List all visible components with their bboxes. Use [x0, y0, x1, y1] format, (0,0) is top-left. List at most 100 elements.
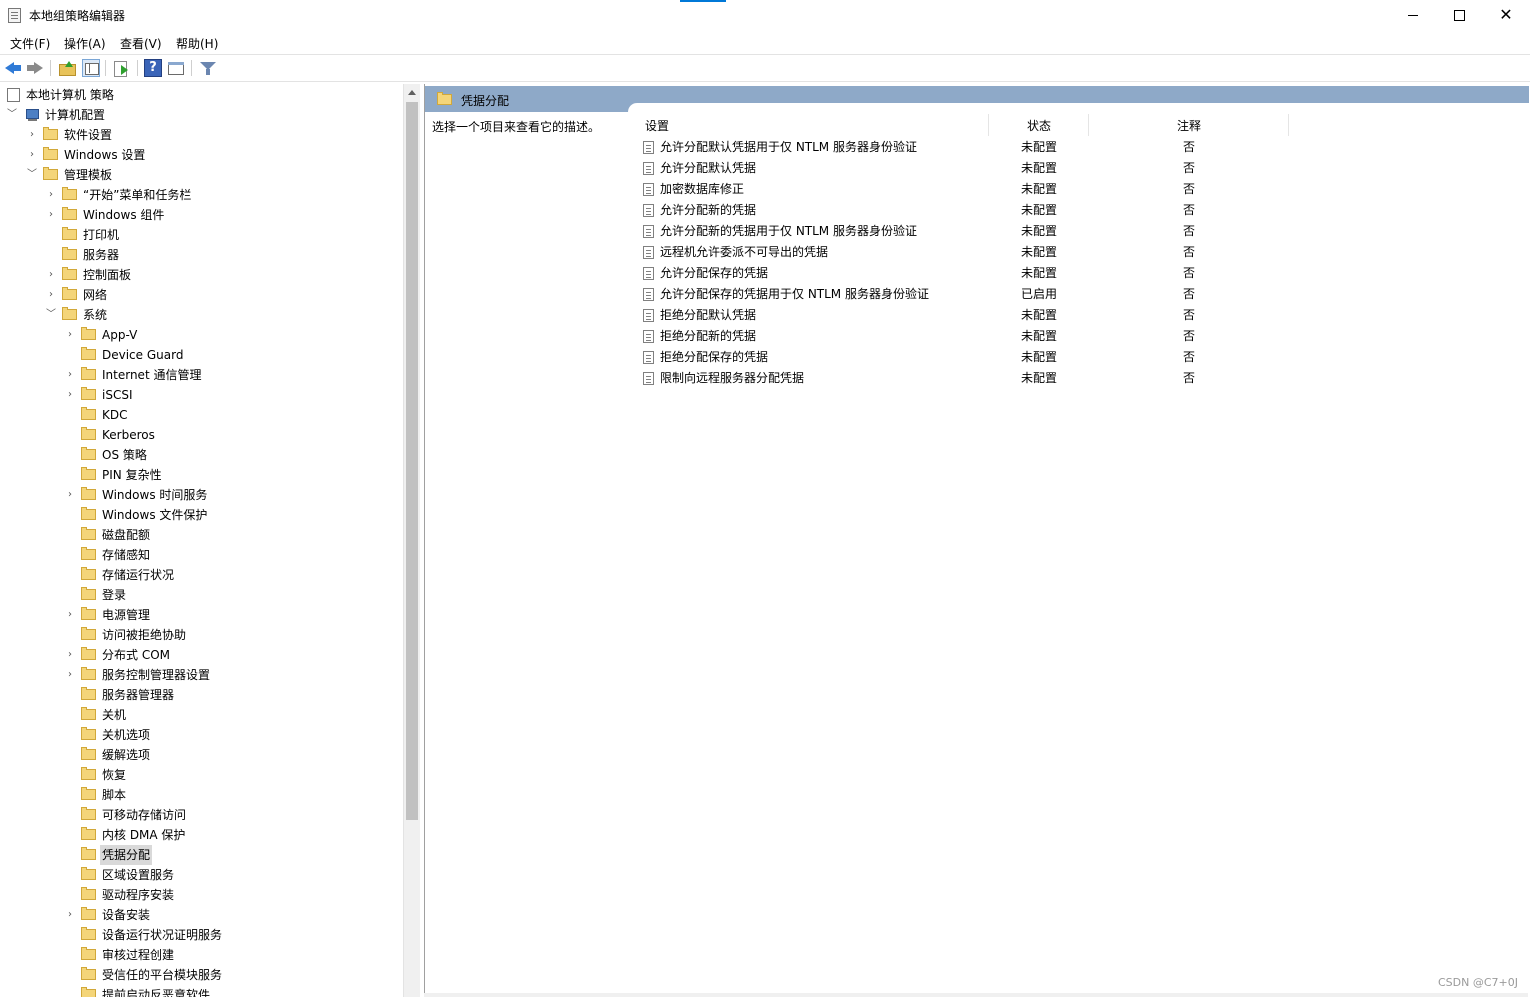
table-row[interactable]: 限制向远程服务器分配凭据 未配置 否 [638, 368, 1529, 389]
folder-up-icon[interactable] [58, 59, 76, 77]
table-row[interactable]: 允许分配保存的凭据 未配置 否 [638, 263, 1529, 284]
column-header-state[interactable]: 状态 [1027, 116, 1051, 136]
column-divider[interactable] [1288, 114, 1289, 136]
table-row[interactable]: 拒绝分配新的凭据 未配置 否 [638, 326, 1529, 347]
tree-item-system[interactable]: ﹀ 系统 [0, 305, 400, 325]
chevron-right-icon[interactable]: › [64, 325, 76, 345]
maximize-button[interactable] [1436, 0, 1482, 30]
chevron-down-icon[interactable]: ﹀ [45, 305, 57, 325]
tree-item-system-child[interactable]: 凭据分配 [0, 845, 400, 865]
tree-item-system-child[interactable]: 区域设置服务 [0, 865, 400, 885]
tree-item-system-child[interactable]: PIN 复杂性 [0, 465, 400, 485]
minimize-button[interactable] [1390, 0, 1436, 30]
chevron-right-icon[interactable]: › [64, 645, 76, 665]
chevron-right-icon[interactable]: › [45, 285, 57, 305]
menu-view[interactable]: 查看(V) [120, 35, 162, 52]
export-list-icon[interactable] [112, 59, 130, 77]
tree-root[interactable]: 本地计算机 策略 [0, 85, 400, 105]
tree-item-system-child[interactable]: › iSCSI [0, 385, 400, 405]
menu-help[interactable]: 帮助(H) [176, 35, 218, 52]
table-row[interactable]: 拒绝分配默认凭据 未配置 否 [638, 305, 1529, 326]
tree-item-printers[interactable]: 打印机 [0, 225, 400, 245]
table-row[interactable]: 允许分配默认凭据 未配置 否 [638, 158, 1529, 179]
properties-icon[interactable] [167, 59, 185, 77]
tree-item-windows-components[interactable]: › Windows 组件 [0, 205, 400, 225]
tree-item-system-child[interactable]: Kerberos [0, 425, 400, 445]
filter-icon[interactable] [199, 59, 217, 77]
menu-file[interactable]: 文件(F) [10, 35, 50, 52]
column-divider[interactable] [1088, 114, 1089, 136]
show-hide-tree-icon[interactable] [82, 59, 100, 77]
table-row[interactable]: 允许分配新的凭据用于仅 NTLM 服务器身份验证 未配置 否 [638, 221, 1529, 242]
scrollbar-thumb[interactable] [406, 102, 418, 820]
table-row[interactable]: 加密数据库修正 未配置 否 [638, 179, 1529, 200]
tree-item-system-child[interactable]: 磁盘配额 [0, 525, 400, 545]
tree-item-system-child[interactable]: › 服务控制管理器设置 [0, 665, 400, 685]
forward-arrow-icon[interactable] [26, 59, 44, 77]
tree-item-system-child[interactable]: 访问被拒绝协助 [0, 625, 400, 645]
tree-item-system-child[interactable]: 可移动存储访问 [0, 805, 400, 825]
tree-item-system-child[interactable]: › App-V [0, 325, 400, 345]
column-header-setting[interactable]: 设置 [645, 116, 669, 136]
tree-item-system-child[interactable]: 存储运行状况 [0, 565, 400, 585]
tree-item-system-child[interactable]: OS 策略 [0, 445, 400, 465]
table-row[interactable]: 允许分配新的凭据 未配置 否 [638, 200, 1529, 221]
column-divider[interactable] [988, 114, 989, 136]
table-row[interactable]: 允许分配默认凭据用于仅 NTLM 服务器身份验证 未配置 否 [638, 137, 1529, 158]
tree-item-system-child[interactable]: Windows 文件保护 [0, 505, 400, 525]
tree-item-system-child[interactable]: Device Guard [0, 345, 400, 365]
tree-item-system-child[interactable]: KDC [0, 405, 400, 425]
tree-item-system-child[interactable]: 提前启动反恶意软件 [0, 985, 400, 997]
tree-item-system-child[interactable]: 内核 DMA 保护 [0, 825, 400, 845]
close-button[interactable]: ✕ [1483, 0, 1529, 30]
table-row[interactable]: 拒绝分配保存的凭据 未配置 否 [638, 347, 1529, 368]
tree-item-start-menu[interactable]: › “开始”菜单和任务栏 [0, 185, 400, 205]
tree-item-system-child[interactable]: › 设备安装 [0, 905, 400, 925]
chevron-right-icon[interactable]: › [45, 185, 57, 205]
chevron-right-icon[interactable]: › [64, 665, 76, 685]
tree-item-system-child[interactable]: 关机 [0, 705, 400, 725]
tree-item-admin-templates[interactable]: ﹀ 管理模板 [0, 165, 400, 185]
chevron-down-icon[interactable]: ﹀ [26, 165, 38, 185]
chevron-right-icon[interactable]: › [64, 605, 76, 625]
tree-scrollbar[interactable] [403, 84, 420, 997]
table-row[interactable]: 允许分配保存的凭据用于仅 NTLM 服务器身份验证 已启用 否 [638, 284, 1529, 305]
chevron-right-icon[interactable]: › [45, 265, 57, 285]
tree-item-software-settings[interactable]: › 软件设置 [0, 125, 400, 145]
tree-item-system-child[interactable]: 恢复 [0, 765, 400, 785]
chevron-down-icon[interactable]: ﹀ [6, 105, 18, 125]
tree-item-control-panel[interactable]: › 控制面板 [0, 265, 400, 285]
back-arrow-icon[interactable] [4, 59, 22, 77]
tree-item-system-child[interactable]: 关机选项 [0, 725, 400, 745]
chevron-right-icon[interactable]: › [64, 365, 76, 385]
chevron-right-icon[interactable]: › [64, 385, 76, 405]
tree-item-windows-settings[interactable]: › Windows 设置 [0, 145, 400, 165]
tree-item-computer-config[interactable]: ﹀ 计算机配置 [0, 105, 400, 125]
tree-item-system-child[interactable]: 受信任的平台模块服务 [0, 965, 400, 985]
tree-item-system-child[interactable]: › Windows 时间服务 [0, 485, 400, 505]
scroll-up-arrow-icon[interactable] [408, 90, 416, 95]
chevron-right-icon[interactable]: › [45, 205, 57, 225]
tree-item-system-child[interactable]: 存储感知 [0, 545, 400, 565]
tree-item-system-child[interactable]: 服务器管理器 [0, 685, 400, 705]
tree-item-network[interactable]: › 网络 [0, 285, 400, 305]
watermark: CSDN @C7+0J [1438, 976, 1518, 989]
chevron-right-icon[interactable]: › [64, 905, 76, 925]
tree-item-server[interactable]: 服务器 [0, 245, 400, 265]
menu-action[interactable]: 操作(A) [64, 35, 106, 52]
tree-item-system-child[interactable]: 设备运行状况证明服务 [0, 925, 400, 945]
tree-item-system-child[interactable]: › Internet 通信管理 [0, 365, 400, 385]
tree-item-system-child[interactable]: 缓解选项 [0, 745, 400, 765]
table-row[interactable]: 远程机允许委派不可导出的凭据 未配置 否 [638, 242, 1529, 263]
tree-item-system-child[interactable]: 审核过程创建 [0, 945, 400, 965]
help-icon[interactable]: ? [144, 59, 162, 77]
tree-item-system-child[interactable]: › 分布式 COM [0, 645, 400, 665]
column-header-comment[interactable]: 注释 [1177, 116, 1201, 136]
chevron-right-icon[interactable]: › [64, 485, 76, 505]
tree-item-system-child[interactable]: › 电源管理 [0, 605, 400, 625]
tree-item-system-child[interactable]: 登录 [0, 585, 400, 605]
tree-item-system-child[interactable]: 驱动程序安装 [0, 885, 400, 905]
tree-item-system-child[interactable]: 脚本 [0, 785, 400, 805]
chevron-right-icon[interactable]: › [26, 125, 38, 145]
chevron-right-icon[interactable]: › [26, 145, 38, 165]
